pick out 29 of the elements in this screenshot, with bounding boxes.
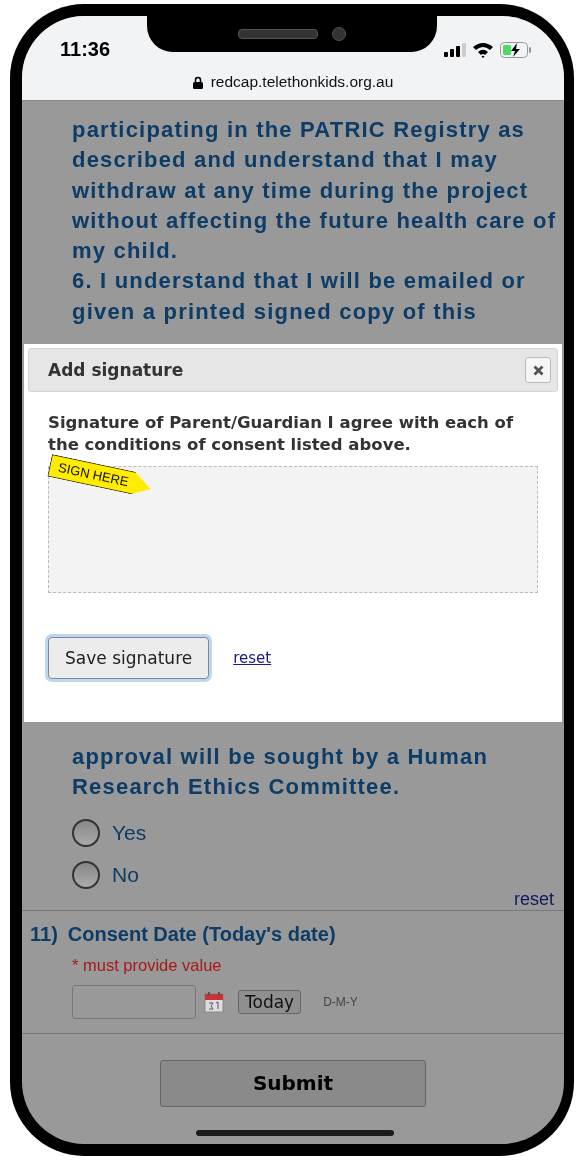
close-icon: [532, 364, 544, 376]
question-number: 11): [30, 922, 58, 946]
save-signature-button[interactable]: Save signature: [48, 637, 210, 679]
wifi-icon: [472, 41, 494, 58]
dialog-title: Add signature: [48, 360, 184, 380]
consent-text: participating in the PATRIC Registry as described and understand that I may withdraw at any time during the project without affecting the future health care of my child.: [72, 116, 558, 266]
question-label: Consent Date (Today's date): [67, 922, 336, 946]
consent-text: approval will be sought by a Human Research Ethics Committee.: [72, 743, 490, 802]
date-input-field[interactable]: [72, 984, 196, 1019]
date-format-hint: D-M-Y: [323, 994, 358, 1009]
required-note: * must provide value: [72, 955, 223, 975]
radio-button[interactable]: [72, 860, 100, 889]
option-label[interactable]: No: [112, 862, 139, 887]
consent-text: 6. I understand that I will be emailed or given a printed signed copy of this: [72, 267, 527, 326]
url-text[interactable]: redcap.telethonkids.org.au: [210, 73, 394, 91]
reset-link[interactable]: reset: [233, 649, 272, 667]
submit-button[interactable]: Submit: [160, 1059, 426, 1107]
status-time: 11:36: [60, 38, 111, 61]
battery-icon: [500, 41, 532, 58]
close-button[interactable]: [525, 357, 551, 383]
lock-icon: [192, 75, 203, 89]
calendar-icon[interactable]: [204, 990, 224, 1013]
camera-lens: [332, 27, 346, 41]
radio-button[interactable]: [72, 818, 100, 847]
option-label[interactable]: Yes: [112, 820, 147, 845]
signature-prompt: Signature of Parent/Guardian I agree with each of the conditions of consent listed above.: [48, 412, 515, 456]
today-button[interactable]: Today: [238, 989, 302, 1014]
signal-icon: [444, 42, 466, 57]
reset-link[interactable]: reset: [513, 888, 554, 910]
